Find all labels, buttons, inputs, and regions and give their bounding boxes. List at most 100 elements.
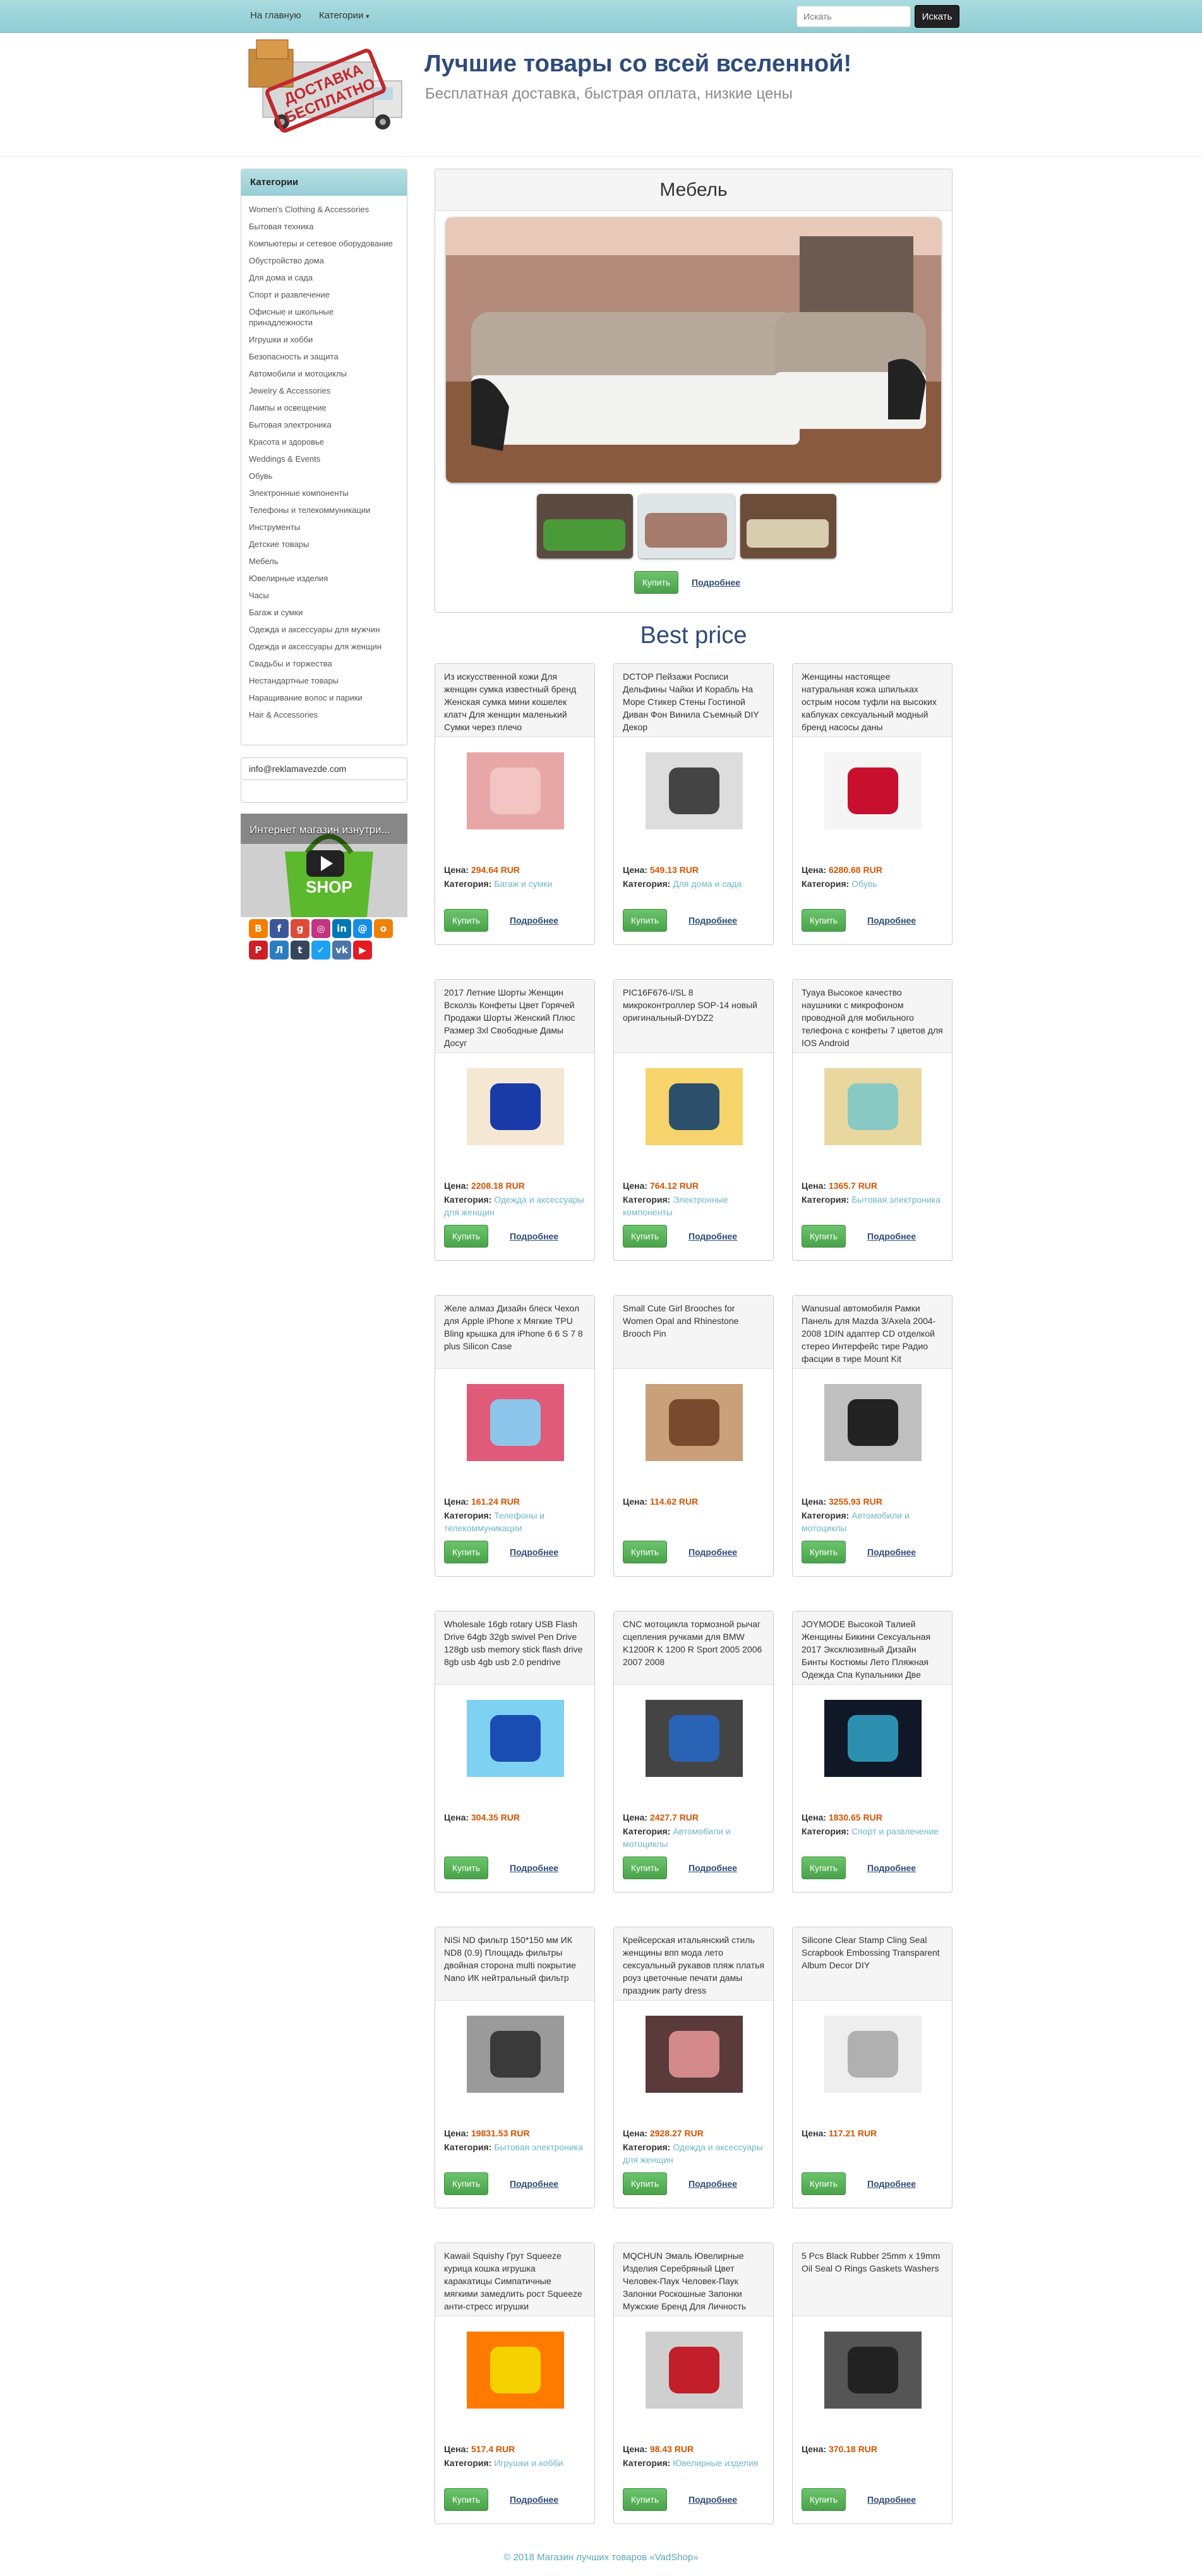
- odnoklassniki-icon[interactable]: o: [374, 919, 393, 938]
- category-link[interactable]: Свадьбы и торжества: [249, 655, 399, 672]
- product-title[interactable]: Kawaii Squishy Грут Squeeze курица кошка…: [435, 2243, 594, 2316]
- category-link[interactable]: Спорт и развлечение: [249, 286, 399, 303]
- category-link[interactable]: Обувь: [249, 467, 399, 485]
- product-image[interactable]: [824, 1068, 922, 1145]
- google-plus-icon[interactable]: g: [291, 919, 310, 938]
- product-category-link[interactable]: Ювелирные изделия: [673, 2458, 758, 2468]
- product-more-link[interactable]: Подробнее: [510, 1547, 558, 1557]
- product-buy-button[interactable]: Купить: [444, 1857, 488, 1879]
- product-buy-button[interactable]: Купить: [623, 1225, 667, 1248]
- linkedin-icon[interactable]: in: [332, 919, 351, 938]
- product-title[interactable]: JOYMODE Высокой Талией Женщины Бикини Се…: [793, 1611, 952, 1685]
- product-buy-button[interactable]: Купить: [444, 1541, 488, 1563]
- product-image[interactable]: [467, 1384, 564, 1461]
- product-title[interactable]: PIC16F676-I/SL 8 микроконтроллер SOP-14 …: [614, 980, 773, 1053]
- product-buy-button[interactable]: Купить: [444, 1225, 488, 1248]
- product-category-link[interactable]: Игрушки и хобби: [494, 2458, 563, 2468]
- product-image[interactable]: [824, 1384, 922, 1461]
- product-category-link[interactable]: Обувь: [851, 879, 877, 889]
- category-link[interactable]: Багаж и сумки: [249, 604, 399, 621]
- product-buy-button[interactable]: Купить: [623, 909, 667, 932]
- category-link[interactable]: Women's Clothing & Accessories: [249, 201, 399, 218]
- product-more-link[interactable]: Подробнее: [867, 1231, 916, 1241]
- category-link[interactable]: Телефоны и телекоммуникации: [249, 502, 399, 519]
- category-link[interactable]: Одежда и аксессуары для мужчин: [249, 621, 399, 638]
- site-logo[interactable]: ДОСТАВКА БЕСПЛАТНО: [244, 37, 408, 138]
- product-buy-button[interactable]: Купить: [623, 2488, 667, 2511]
- featured-thumb-3[interactable]: [740, 494, 836, 558]
- product-title[interactable]: MQCHUN Эмаль Ювелирные Изделия Серебряны…: [614, 2243, 773, 2316]
- product-buy-button[interactable]: Купить: [802, 909, 846, 932]
- product-more-link[interactable]: Подробнее: [510, 2179, 558, 2189]
- product-title[interactable]: 2017 Летние Шорты Женщин Всколзь Конфеты…: [435, 980, 594, 1053]
- product-title[interactable]: Tyaya Высокое качество наушники с микроф…: [793, 980, 952, 1053]
- category-link[interactable]: Наращивание волос и парики: [249, 689, 399, 706]
- product-image[interactable]: [824, 1700, 922, 1777]
- product-image[interactable]: [646, 2332, 743, 2409]
- category-link[interactable]: Компьютеры и сетевое оборудование: [249, 235, 399, 252]
- category-link[interactable]: Лампы и освещение: [249, 399, 399, 416]
- product-more-link[interactable]: Подробнее: [688, 1863, 737, 1873]
- product-more-link[interactable]: Подробнее: [688, 915, 737, 925]
- product-buy-button[interactable]: Купить: [802, 2488, 846, 2511]
- product-buy-button[interactable]: Купить: [623, 1857, 667, 1879]
- product-more-link[interactable]: Подробнее: [688, 1231, 737, 1241]
- category-link[interactable]: Нестандартные товары: [249, 672, 399, 689]
- product-more-link[interactable]: Подробнее: [688, 2179, 737, 2189]
- product-image[interactable]: [646, 1700, 743, 1777]
- product-title[interactable]: Женщины настоящее натуральная кожа шпиль…: [793, 664, 952, 737]
- contact-email[interactable]: info@reklamavezde.com: [241, 757, 407, 780]
- featured-thumb-1[interactable]: [537, 494, 633, 558]
- nav-home-link[interactable]: На главную: [250, 10, 301, 21]
- product-category-link[interactable]: Бытовая электроника: [494, 2142, 583, 2152]
- featured-buy-button[interactable]: Купить: [634, 571, 678, 594]
- twitter-icon[interactable]: ✓: [311, 941, 330, 960]
- product-more-link[interactable]: Подробнее: [867, 1547, 916, 1557]
- product-image[interactable]: [467, 1068, 564, 1145]
- product-buy-button[interactable]: Купить: [802, 2172, 846, 2195]
- product-category-link[interactable]: Багаж и сумки: [494, 879, 552, 889]
- product-more-link[interactable]: Подробнее: [510, 915, 558, 925]
- instagram-icon[interactable]: ◎: [311, 919, 330, 938]
- category-link[interactable]: Офисные и школьные принадлежности: [249, 303, 399, 331]
- category-link[interactable]: Hair & Accessories: [249, 706, 399, 723]
- product-category-link[interactable]: Для дома и сада: [673, 879, 742, 889]
- product-more-link[interactable]: Подробнее: [867, 2179, 916, 2189]
- category-link[interactable]: Weddings & Events: [249, 450, 399, 467]
- product-buy-button[interactable]: Купить: [623, 2172, 667, 2195]
- product-more-link[interactable]: Подробнее: [510, 2495, 558, 2505]
- product-image[interactable]: [467, 752, 564, 829]
- product-title[interactable]: Small Cute Girl Brooches for Women Opal …: [614, 1296, 773, 1369]
- product-more-link[interactable]: Подробнее: [688, 1547, 737, 1557]
- category-link[interactable]: Jewelry & Accessories: [249, 382, 399, 399]
- product-more-link[interactable]: Подробнее: [510, 1231, 558, 1241]
- product-more-link[interactable]: Подробнее: [688, 2495, 737, 2505]
- product-category-link[interactable]: Бытовая электроника: [851, 1195, 941, 1205]
- blogger-icon[interactable]: B: [249, 919, 268, 938]
- facebook-icon[interactable]: f: [270, 919, 289, 938]
- youtube-icon[interactable]: ▶: [353, 941, 372, 960]
- category-link[interactable]: Инструменты: [249, 519, 399, 536]
- product-image[interactable]: [824, 2016, 922, 2093]
- product-title[interactable]: Wholesale 16gb rotary USB Flash Drive 64…: [435, 1611, 594, 1685]
- vk-icon[interactable]: vk: [332, 941, 351, 960]
- product-more-link[interactable]: Подробнее: [867, 1863, 916, 1873]
- product-category-link[interactable]: Спорт и развлечение: [851, 1826, 939, 1836]
- product-buy-button[interactable]: Купить: [802, 1225, 846, 1248]
- product-image[interactable]: [646, 2016, 743, 2093]
- product-title[interactable]: Из искусственной кожи Для женщин сумка и…: [435, 664, 594, 737]
- category-link[interactable]: Безопасность и защита: [249, 348, 399, 365]
- product-image[interactable]: [646, 1384, 743, 1461]
- featured-main-image[interactable]: [446, 217, 941, 483]
- category-link[interactable]: Детские товары: [249, 536, 399, 553]
- search-input[interactable]: [796, 6, 911, 27]
- category-link[interactable]: Бытовая техника: [249, 218, 399, 235]
- category-link[interactable]: Бытовая электроника: [249, 416, 399, 433]
- category-link[interactable]: Игрушки и хобби: [249, 331, 399, 348]
- product-buy-button[interactable]: Купить: [802, 1857, 846, 1879]
- tumblr-icon[interactable]: t: [291, 941, 310, 960]
- category-link[interactable]: Электронные компоненты: [249, 485, 399, 502]
- nav-categories-dropdown[interactable]: Категории ▼: [319, 10, 370, 21]
- video-embed[interactable]: SHOP Интернет магазин изнутри...: [241, 814, 407, 917]
- category-link[interactable]: Ювелирные изделия: [249, 570, 399, 587]
